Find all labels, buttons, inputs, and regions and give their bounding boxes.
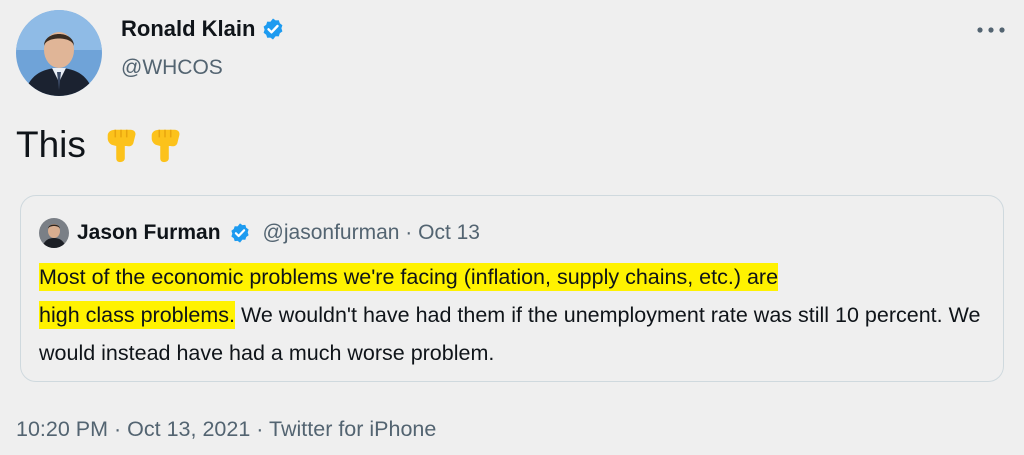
quoted-tweet-date[interactable]: Oct 13	[418, 221, 480, 244]
author-name[interactable]: Ronald Klain	[121, 16, 255, 42]
highlighted-text: Most of the economic problems we're faci…	[39, 263, 779, 291]
tweet-text: This	[16, 124, 86, 165]
author-avatar[interactable]	[16, 10, 102, 96]
pointing-down-emoji-icon	[151, 129, 180, 163]
verified-badge-icon	[264, 18, 283, 40]
quoted-author-meta: @jasonfurman · Oct 13	[263, 221, 480, 245]
quoted-tweet-header: Jason Furman @jasonfurman · Oct 13	[39, 218, 480, 248]
pointing-down-emoji-icon	[107, 129, 136, 163]
quoted-tweet-body: Most of the economic problems we're faci…	[39, 258, 989, 372]
tweet-time[interactable]: 10:20 PM	[16, 417, 108, 441]
highlighted-text: high class problems.	[39, 301, 235, 329]
timestamp-separator: ·	[114, 417, 122, 441]
tweet-text-row: This	[16, 124, 184, 166]
tweet-card: Ronald Klain @WHCOS This Jason Furman @j…	[0, 0, 1024, 455]
quoted-author-name[interactable]: Jason Furman	[77, 221, 221, 245]
meta-separator: ·	[405, 221, 413, 244]
emoji-row	[102, 126, 184, 164]
tweet-timestamp: 10:20 PM · Oct 13, 2021 · Twitter for iP…	[16, 417, 436, 442]
verified-badge-icon	[230, 223, 249, 243]
more-horizontal-icon	[977, 27, 1005, 33]
author-name-row: Ronald Klain	[121, 16, 285, 42]
timestamp-separator: ·	[256, 417, 264, 441]
tweet-source[interactable]: Twitter for iPhone	[269, 417, 436, 441]
author-handle[interactable]: @WHCOS	[121, 56, 223, 80]
quoted-author-avatar[interactable]	[39, 218, 69, 248]
more-options-button[interactable]	[975, 20, 1007, 40]
quoted-author-handle[interactable]: @jasonfurman	[263, 221, 400, 244]
tweet-date[interactable]: Oct 13, 2021	[127, 417, 250, 441]
quoted-tweet[interactable]: Jason Furman @jasonfurman · Oct 13 Most …	[20, 195, 1004, 382]
